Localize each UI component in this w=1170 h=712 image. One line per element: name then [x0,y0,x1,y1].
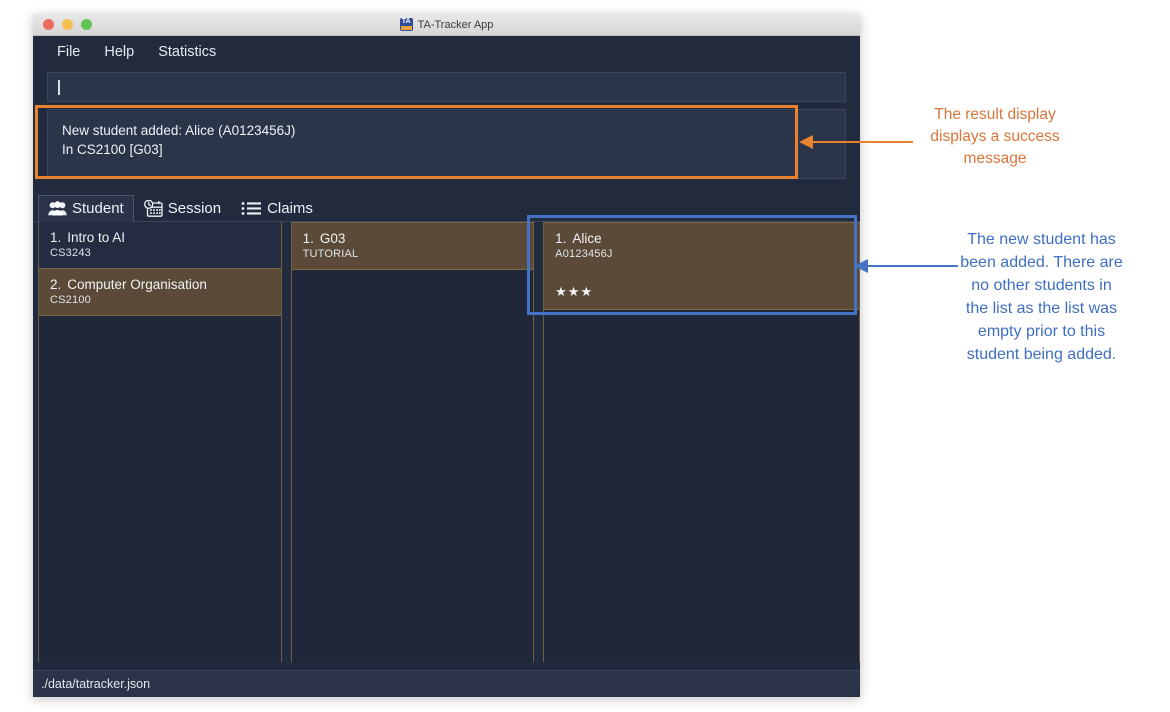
session-list-item[interactable]: 1. G03 TUTORIAL [291,222,534,270]
window-title-group: TA TA-Tracker App [33,14,860,35]
student-title-row: 1. Alice [555,230,848,247]
student-list-item[interactable]: 1. Alice A0123456J ★★★ [544,222,859,310]
tab-claims[interactable]: Claims [231,195,323,222]
menu-item-statistics[interactable]: Statistics [148,41,226,63]
app-window: TA TA-Tracker App File Help Statistics N… [33,14,860,697]
module-index: 1. [50,230,62,245]
module-code: CS3243 [50,247,91,259]
menu-item-file[interactable]: File [47,41,90,63]
module-title-row: 1. Intro to AI [50,229,270,246]
module-index: 2. [50,277,62,292]
annotation-arrow-result-display [799,135,913,149]
student-index: 1. [555,231,567,246]
command-area [33,68,860,102]
tab-student-label: Student [72,200,124,217]
text-caret [58,79,60,95]
screenshot-root: TA TA-Tracker App File Help Statistics N… [0,0,1170,712]
command-input[interactable] [47,72,846,102]
result-display: New student added: Alice (A0123456J) In … [47,109,846,179]
session-title-row: 1. G03 [303,230,523,247]
result-line-1: New student added: Alice (A0123456J) [62,123,296,138]
module-list-item[interactable]: 2. Computer Organisation CS2100 [39,268,281,316]
menu-item-help[interactable]: Help [94,41,144,63]
close-button[interactable] [43,19,54,30]
annotation-text-result-display: The result display displays a success me… [930,106,1060,167]
sessions-panel: 1. G03 TUTORIAL [290,222,535,662]
bulleted-list-icon [241,201,262,216]
status-bar: ./data/tatracker.json [33,670,860,697]
annotation-text-student-card: The new student has been added. There ar… [960,231,1123,363]
menu-bar: File Help Statistics [33,36,860,68]
module-list-item[interactable]: 1. Intro to AI CS3243 [39,222,281,268]
student-id: A0123456J [555,248,613,260]
session-type: TUTORIAL [302,248,359,260]
tab-student[interactable]: Student [38,195,134,222]
annotation-arrow-student-card [854,259,958,273]
zoom-button[interactable] [81,19,92,30]
window-title: TA-Tracker App [417,18,494,31]
module-name: Intro to AI [67,230,126,245]
people-icon [48,201,67,216]
module-name: Computer Organisation [67,277,207,292]
module-code: CS2100 [50,294,91,306]
student-name: Alice [572,231,602,246]
result-line-2: In CS2100 [G03] [62,142,163,157]
module-title-row: 2. Computer Organisation [50,276,270,293]
tab-session-label: Session [167,200,222,217]
panels-container: 1. Intro to AI CS3243 2. Computer Organisa… [33,222,860,662]
modules-panel: 1. Intro to AI CS3243 2. Computer Organisa… [38,222,282,662]
student-rating: ★★★ [555,284,594,299]
status-bar-file-path: ./data/tatracker.json [41,677,151,691]
ta-tracker-logo-icon: TA [399,18,413,31]
tab-bar: Student Session Claims [33,191,860,222]
window-titlebar: TA TA-Tracker App [33,14,860,36]
result-area: New student added: Alice (A0123456J) In … [33,102,860,179]
window-controls[interactable] [43,19,92,30]
calendar-clock-icon [143,200,163,217]
minimize-button[interactable] [62,19,73,30]
session-name: G03 [319,231,346,246]
students-panel: 1. Alice A0123456J ★★★ [543,222,860,662]
tab-claims-label: Claims [267,200,313,217]
session-index: 1. [302,231,314,246]
tab-session[interactable]: Session [134,195,231,222]
